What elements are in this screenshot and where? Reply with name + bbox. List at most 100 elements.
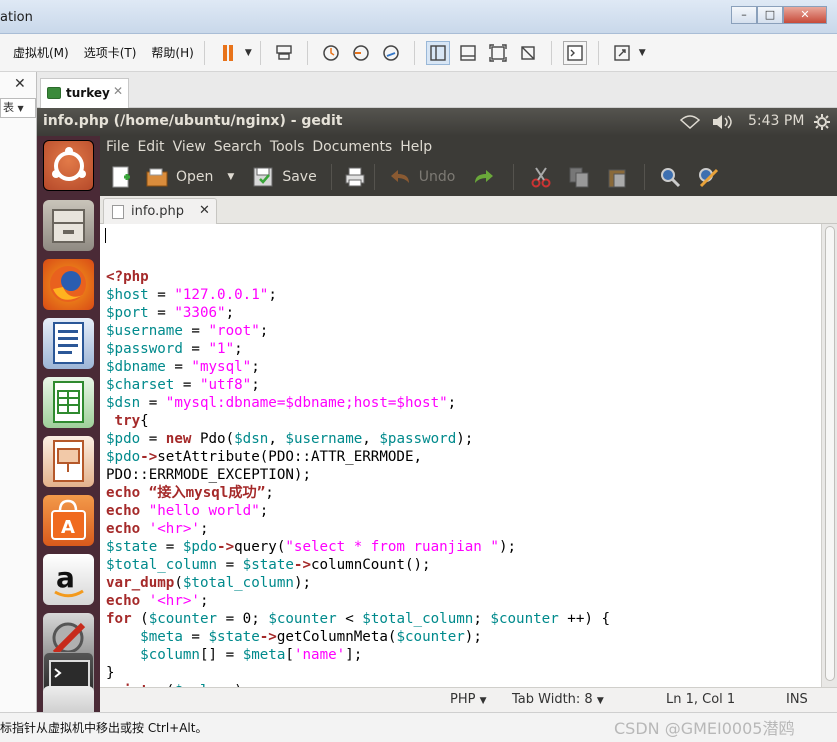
close-tab-icon[interactable]: ✕ <box>113 84 123 98</box>
separator <box>644 164 646 190</box>
code-line: try{ <box>114 413 149 429</box>
stretch-icon[interactable] <box>610 41 634 65</box>
code-line: echo “接入mysql成功”; <box>106 485 274 501</box>
fullscreen-icon[interactable] <box>486 41 510 65</box>
search-replace-icon[interactable] <box>697 166 719 188</box>
host-statusbar: 标指针从虚拟机中移出或按 Ctrl+Alt。 CSDN @GMEI0005潜鸥 <box>0 712 837 742</box>
unity-icon[interactable] <box>516 41 540 65</box>
code-editor[interactable]: <?php $host = "127.0.0.1"; $port = "3306";… <box>100 224 821 687</box>
calc-icon[interactable] <box>43 377 94 428</box>
minimize-button[interactable]: – <box>731 6 757 24</box>
code-line: $pdo->setAttribute(PDO::ATTR_ERRMODE, <box>106 449 423 465</box>
redo-icon[interactable] <box>473 166 495 188</box>
code-line: $dbname = "mysql"; <box>106 359 260 375</box>
document-tabbar: info.php ✕ <box>100 196 837 225</box>
gedit-statusbar: PHP ▼ Tab Width: 8 ▼ Ln 1, Col 1 INS <box>100 687 837 712</box>
paste-icon[interactable] <box>606 166 628 188</box>
text-editor-icon[interactable] <box>43 686 94 712</box>
software-center-icon[interactable]: A <box>43 495 94 546</box>
host-window-title: ation <box>0 10 33 25</box>
writer-icon[interactable] <box>43 318 94 369</box>
terminal-icon[interactable] <box>562 40 587 65</box>
code-line: $state = $pdo->query("select * from ruan… <box>106 539 517 555</box>
separator <box>513 164 515 190</box>
separator <box>306 40 308 65</box>
gear-icon[interactable] <box>813 113 831 131</box>
code-line: echo '<hr>'; <box>106 521 209 537</box>
code-line: $meta = $state->getColumnMeta($counter); <box>140 629 482 645</box>
amazon-icon[interactable]: a <box>43 554 94 605</box>
status-message: 标指针从虚拟机中移出或按 Ctrl+Alt。 <box>0 721 208 735</box>
dash-icon[interactable] <box>43 140 94 191</box>
svg-text:A: A <box>61 517 75 538</box>
menu-search[interactable]: Search <box>214 139 262 155</box>
cut-icon[interactable] <box>530 166 552 188</box>
menu-tools[interactable]: Tools <box>270 139 305 155</box>
menu-view[interactable]: View <box>173 139 206 155</box>
new-document-icon[interactable] <box>110 166 132 188</box>
impress-icon[interactable] <box>43 436 94 487</box>
restore-button[interactable]: □ <box>757 6 783 24</box>
vm-icon <box>47 87 61 99</box>
gedit-window: File Edit View Search Tools Documents He… <box>100 136 837 712</box>
tab-turkey[interactable]: turkey ✕ <box>40 78 129 108</box>
separator <box>203 40 205 65</box>
wifi-icon[interactable] <box>680 115 700 129</box>
firefox-icon[interactable] <box>43 259 94 310</box>
menu-edit[interactable]: Edit <box>137 139 164 155</box>
sidebar-view-icon[interactable] <box>425 40 450 65</box>
menu-file[interactable]: File <box>106 139 129 155</box>
separator <box>330 164 332 190</box>
undo-button[interactable]: Undo <box>419 169 456 185</box>
code-line: $column[] = $meta['name']; <box>140 647 363 663</box>
library-filter-select[interactable]: 表 ▼ <box>0 98 36 118</box>
scrollbar-thumb[interactable] <box>825 226 835 681</box>
menu-vm[interactable]: 虚拟机(M) <box>13 44 69 61</box>
tab-info-php[interactable]: info.php ✕ <box>103 198 217 225</box>
send-keys-icon[interactable] <box>272 41 296 65</box>
snapshot-manager-icon[interactable] <box>379 41 403 65</box>
chevron-down-icon[interactable]: ▼ <box>639 48 646 58</box>
library-panel: ✕ 表 ▼ <box>0 72 37 712</box>
snapshot-icon[interactable] <box>319 41 343 65</box>
separator <box>373 164 375 190</box>
ubuntu-top-panel: info.php (/home/ubuntu/nginx) - gedit 5:… <box>37 108 837 136</box>
copy-icon[interactable] <box>568 166 590 188</box>
menu-help[interactable]: Help <box>400 139 432 155</box>
close-button[interactable]: ✕ <box>783 6 827 24</box>
console-view-icon[interactable] <box>456 41 480 65</box>
code-line: $password = "1"; <box>106 341 243 357</box>
chevron-down-icon[interactable]: ▼ <box>227 172 234 182</box>
code-line: $username = "root"; <box>106 323 269 339</box>
code-content[interactable]: <?php $host = "127.0.0.1"; $port = "3306";… <box>106 250 610 687</box>
clock[interactable]: 5:43 PM <box>748 113 804 129</box>
open-button[interactable]: Open <box>176 169 213 185</box>
volume-icon[interactable] <box>711 114 733 130</box>
pause-icon[interactable] <box>216 41 240 65</box>
revert-snapshot-icon[interactable] <box>349 41 373 65</box>
language-select[interactable]: PHP ▼ <box>450 692 487 707</box>
vertical-scrollbar[interactable] <box>821 224 837 687</box>
guest-screen[interactable]: info.php (/home/ubuntu/nginx) - gedit 5:… <box>37 108 837 712</box>
code-line: $pdo = new Pdo($dsn, $username, $passwor… <box>106 431 474 447</box>
code-line: $host = "127.0.0.1"; <box>106 287 277 303</box>
svg-text:a: a <box>56 561 75 594</box>
open-icon[interactable] <box>146 166 168 188</box>
separator <box>597 40 599 65</box>
code-line: $total_column = $state->columnCount(); <box>106 557 431 573</box>
save-button[interactable]: Save <box>282 169 316 185</box>
chevron-down-icon[interactable]: ▼ <box>245 48 252 58</box>
close-tab-icon[interactable]: ✕ <box>199 203 210 218</box>
tab-width-select[interactable]: Tab Width: 8 ▼ <box>512 692 604 707</box>
text-cursor <box>105 228 106 243</box>
menu-tabs[interactable]: 选项卡(T) <box>84 44 137 61</box>
search-icon[interactable] <box>659 166 681 188</box>
menu-help[interactable]: 帮助(H) <box>151 44 193 61</box>
menu-documents[interactable]: Documents <box>312 139 392 155</box>
undo-icon[interactable] <box>389 166 411 188</box>
files-icon[interactable] <box>43 200 94 251</box>
close-icon[interactable]: ✕ <box>14 76 26 92</box>
print-icon[interactable] <box>344 166 366 188</box>
separator <box>413 40 415 65</box>
save-icon[interactable] <box>252 166 274 188</box>
